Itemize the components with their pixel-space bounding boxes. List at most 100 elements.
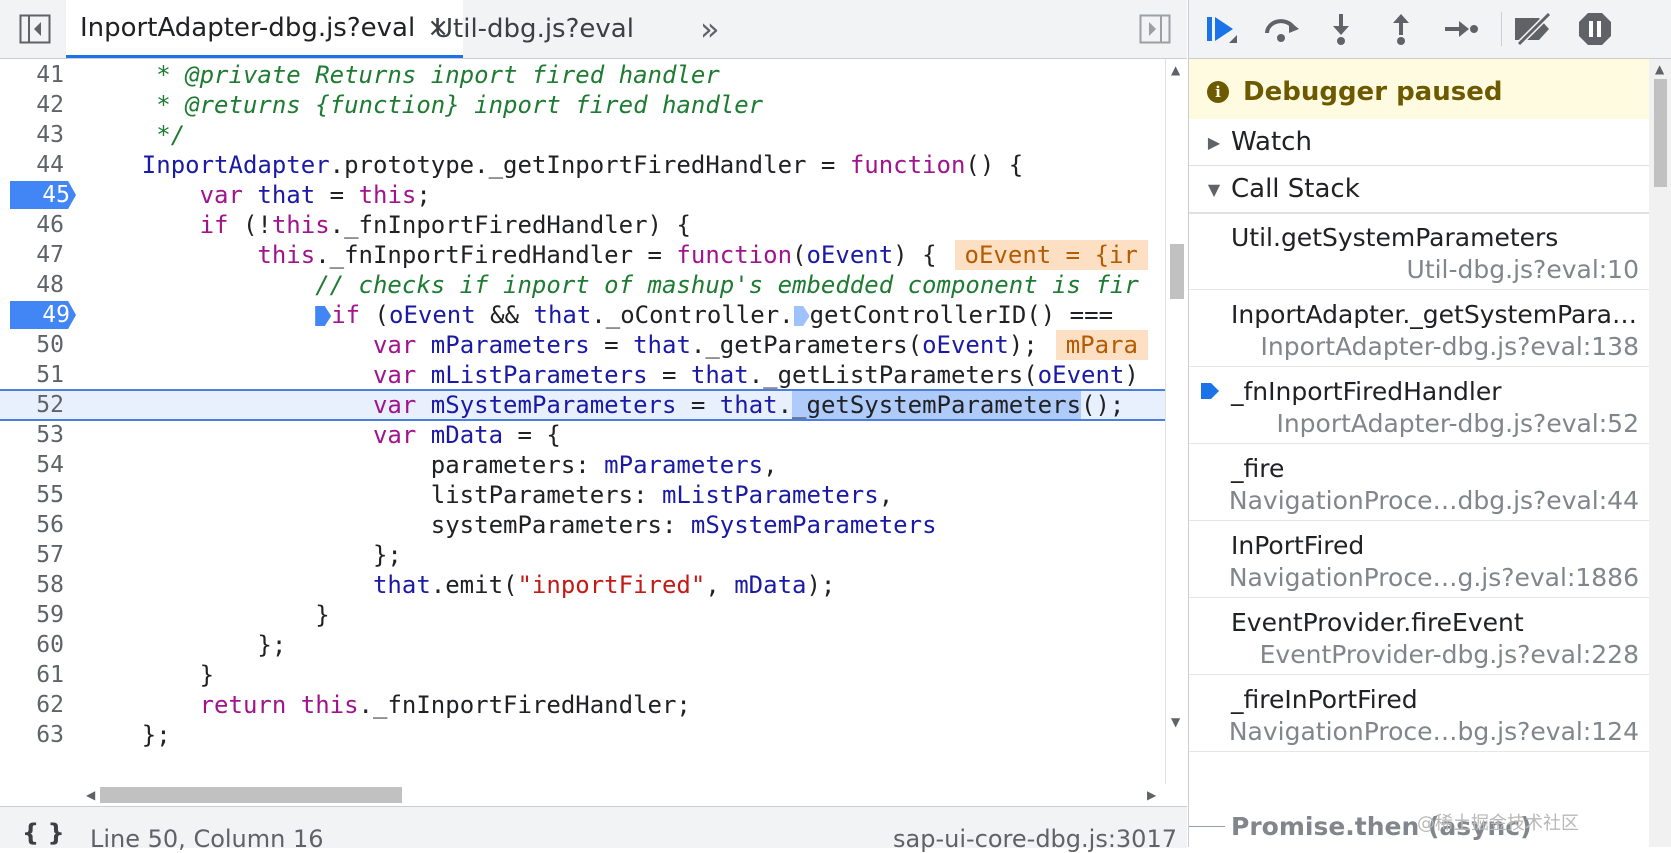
step-into-icon[interactable]	[1319, 8, 1363, 50]
scroll-down-icon[interactable]: ▼	[1171, 715, 1180, 729]
line-number[interactable]: 53	[0, 419, 70, 451]
line-number[interactable]: 46	[0, 209, 70, 241]
toggle-debugger-icon[interactable]	[1128, 0, 1182, 58]
tab-inportadapter[interactable]: InportAdapter-dbg.js?eval ×	[66, 0, 463, 58]
call-frame[interactable]: Util.getSystemParameters Util-dbg.js?eva…	[1189, 213, 1649, 290]
inline-value-oevent[interactable]: oEvent = {ir	[954, 240, 1148, 270]
step-over-icon[interactable]	[1259, 8, 1303, 50]
tab-label: InportAdapter-dbg.js?eval	[80, 12, 416, 43]
debugger-vertical-scrollbar[interactable]: ▲	[1649, 59, 1671, 847]
code-line: 54 parameters: mParameters,	[0, 449, 1165, 481]
code-line: 59 }	[0, 599, 1165, 631]
pause-on-exceptions-icon[interactable]	[1573, 8, 1617, 50]
toggle-navigator-icon[interactable]	[8, 0, 62, 58]
line-number[interactable]: 48	[0, 269, 70, 301]
line-number[interactable]: 52	[0, 389, 70, 421]
current-frame-arrow-icon	[1201, 381, 1219, 405]
code-line: 45 var that = this;	[0, 179, 1165, 211]
editor-tab-bar: InportAdapter-dbg.js?eval × Util-dbg.js?…	[0, 0, 1187, 59]
call-stack-label: Call Stack	[1231, 174, 1360, 204]
code-area[interactable]: 41 * @private Returns inport fired handl…	[0, 59, 1187, 784]
frame-function: _fire	[1231, 454, 1285, 483]
line-number[interactable]: 42	[0, 89, 70, 121]
line-number[interactable]: 62	[0, 689, 70, 721]
tab-label: Util-dbg.js?eval	[434, 14, 634, 44]
call-frame[interactable]: InPortFired NavigationProce…g.js?eval:18…	[1189, 521, 1649, 598]
line-number[interactable]: 58	[0, 569, 70, 601]
frame-location[interactable]: NavigationProce…bg.js?eval:124	[1229, 717, 1639, 746]
scrollbar-thumb[interactable]	[100, 787, 402, 803]
debugger-toolbar	[1189, 0, 1671, 59]
code-line: 55 listParameters: mListParameters,	[0, 479, 1165, 511]
code-line: 57 };	[0, 539, 1165, 571]
call-frame[interactable]: _fireInPortFired NavigationProce…bg.js?e…	[1189, 675, 1649, 752]
call-stack-section-header[interactable]: ▼ Call Stack	[1189, 166, 1649, 214]
scrollbar-thumb[interactable]	[1654, 79, 1667, 187]
code-line: 62 return this._fnInportFiredHandler;	[0, 689, 1165, 721]
frame-location[interactable]: InportAdapter-dbg.js?eval:138	[1261, 332, 1639, 361]
line-number[interactable]: 60	[0, 629, 70, 661]
line-number[interactable]: 56	[0, 509, 70, 541]
step-icon[interactable]	[1439, 8, 1483, 50]
frame-function: _fnInportFiredHandler	[1231, 377, 1502, 406]
more-tabs-icon[interactable]: »	[700, 0, 720, 58]
code-line: 53 var mData = {	[0, 419, 1165, 451]
frame-function: InportAdapter._getSystemPara…	[1231, 300, 1637, 329]
source-location-link[interactable]: sap-ui-core-dbg.js:3017	[893, 827, 1177, 851]
scroll-right-icon[interactable]: ▶	[1147, 788, 1156, 802]
scroll-left-icon[interactable]: ◀	[86, 788, 95, 802]
watch-section-header[interactable]: ▶ Watch	[1189, 119, 1649, 166]
pretty-print-icon[interactable]: { }	[22, 821, 65, 845]
line-number[interactable]: 61	[0, 659, 70, 691]
frame-location[interactable]: NavigationProce…g.js?eval:1886	[1229, 563, 1639, 592]
watch-label: Watch	[1231, 127, 1312, 157]
frame-function: Util.getSystemParameters	[1231, 223, 1559, 252]
breakpoint-marker[interactable]: 49	[10, 299, 76, 331]
breakpoint-marker[interactable]: 45	[10, 179, 76, 211]
line-number[interactable]: 54	[0, 449, 70, 481]
line-number[interactable]: 57	[0, 539, 70, 571]
inline-breakpoint-icon[interactable]	[315, 306, 332, 326]
line-number[interactable]: 59	[0, 599, 70, 631]
debugger-sidebar: i Debugger paused ▶ Watch ▼ Call Stack U…	[1188, 0, 1671, 847]
call-frame[interactable]: InportAdapter._getSystemPara… InportAdap…	[1189, 290, 1649, 367]
line-number[interactable]: 47	[0, 239, 70, 271]
line-number[interactable]: 55	[0, 479, 70, 511]
code-line: 50 var mParameters = that._getParameters…	[0, 329, 1165, 361]
inline-value-mparameters[interactable]: mPara	[1055, 330, 1148, 360]
inline-breakpoint-icon[interactable]	[793, 306, 810, 326]
code-line: 49 if (oEvent && that._oController. getCo…	[0, 299, 1165, 331]
frame-location[interactable]: InportAdapter-dbg.js?eval:52	[1276, 409, 1639, 438]
call-frame[interactable]: _fire NavigationProce…dbg.js?eval:44	[1189, 444, 1649, 521]
editor-horizontal-scrollbar[interactable]: ◀ ▶	[84, 784, 1165, 806]
line-number[interactable]: 41	[0, 59, 70, 91]
current-execution-line: 52 var mSystemParameters = that._getSyst…	[0, 389, 1165, 421]
code-line: 47 this._fnInportFiredHandler = function…	[0, 239, 1165, 271]
code-line: 51 var mListParameters = that._getListPa…	[0, 359, 1165, 391]
resume-icon[interactable]	[1199, 8, 1243, 50]
scroll-up-icon[interactable]: ▲	[1655, 62, 1664, 76]
line-number[interactable]: 51	[0, 359, 70, 391]
scrollbar-thumb[interactable]	[1170, 244, 1184, 299]
deactivate-breakpoints-icon[interactable]	[1511, 8, 1555, 50]
tab-util[interactable]: Util-dbg.js?eval	[434, 0, 634, 58]
scroll-up-icon[interactable]: ▲	[1171, 63, 1180, 77]
line-number[interactable]: 50	[0, 329, 70, 361]
code-line: 48 // checks if inport of mashup's embed…	[0, 269, 1165, 301]
frame-function: InPortFired	[1231, 531, 1365, 560]
editor-status-bar: { } Line 50, Column 16 sap-ui-core-dbg.j…	[0, 806, 1187, 851]
code-line: 44 InportAdapter.prototype._getInportFir…	[0, 149, 1165, 181]
step-out-icon[interactable]	[1379, 8, 1423, 50]
line-number[interactable]: 63	[0, 719, 70, 751]
source-editor-pane: InportAdapter-dbg.js?eval × Util-dbg.js?…	[0, 0, 1188, 851]
frame-location[interactable]: EventProvider-dbg.js?eval:228	[1260, 640, 1639, 669]
line-number[interactable]: 43	[0, 119, 70, 151]
call-frame-selected[interactable]: _fnInportFiredHandler InportAdapter-dbg.…	[1189, 367, 1649, 444]
frame-location[interactable]: Util-dbg.js?eval:10	[1407, 255, 1639, 284]
editor-vertical-scrollbar[interactable]: ▲ ▼	[1165, 59, 1188, 784]
frame-location[interactable]: NavigationProce…dbg.js?eval:44	[1229, 486, 1639, 515]
call-frame[interactable]: EventProvider.fireEvent EventProvider-db…	[1189, 598, 1649, 675]
debugger-paused-banner: i Debugger paused	[1189, 59, 1649, 125]
paused-message: Debugger paused	[1243, 76, 1503, 107]
line-number[interactable]: 44	[0, 149, 70, 181]
